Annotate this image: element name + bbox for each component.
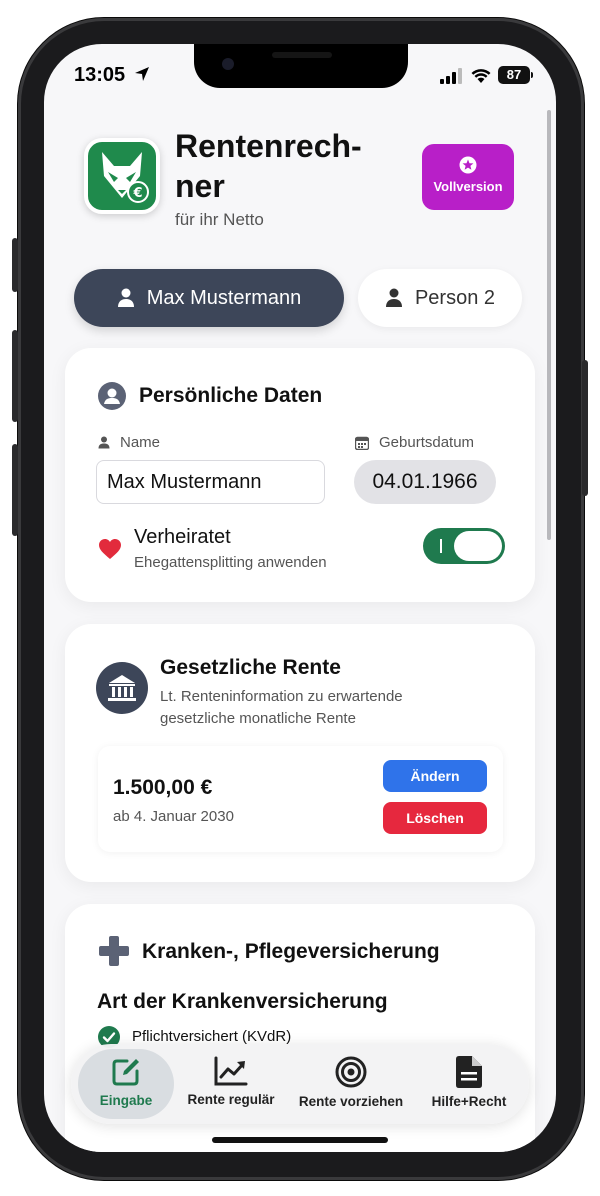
married-toggle[interactable] [423,528,505,564]
cellular-signal-icon [440,68,462,84]
tab-person-2-label: Person 2 [414,286,496,309]
married-sublabel: Ehegattensplitting anwenden [134,554,327,571]
insurance-type-heading: Art der Krankenversicherung [97,990,388,1013]
tab-person-1-label: Max Mustermann [146,286,302,309]
bottom-navigation: Eingabe Rente regulär Rente vorziehen Hi… [71,1044,529,1124]
person-small-icon [98,436,110,449]
birthdate-label-text: Geburtsdatum [379,434,475,451]
statutory-pension-title: Gesetzliche Rente [160,656,341,679]
battery-indicator: 87 [498,66,530,84]
side-button-volume-down [12,444,18,536]
person-circle-icon [98,382,126,410]
side-button-silent [12,238,18,292]
medical-cross-icon [99,936,129,966]
page-title: Rentenrech- ner [175,126,395,206]
toggle-on-mark [440,539,442,553]
insurance-option-kvdr[interactable]: Pflichtversichert (KVdR) [132,1028,291,1045]
upgrade-button[interactable]: Vollversion [422,144,514,210]
person-icon [117,288,134,307]
pension-amount: 1.500,00 € [113,776,213,799]
nav-label-hilfe-recht: Hilfe+Recht [431,1094,507,1109]
svg-text:€: € [132,186,142,201]
name-label-text: Name [120,434,161,451]
side-button-power [582,360,588,496]
side-button-volume-up [12,330,18,422]
chart-line-icon [214,1056,248,1086]
person-icon [385,288,402,307]
nav-item-rente-vorziehen[interactable]: Rente vorziehen [287,1044,415,1124]
name-input[interactable]: Max Mustermann [96,460,325,504]
insurance-title: Kranken-, Pflegeversicherung [142,940,440,963]
app-logo: € [84,138,160,214]
delete-button[interactable]: Löschen [383,802,487,834]
personal-data-card: Persönliche Daten Name Max Mustermann Ge… [65,348,535,602]
star-badge-icon [459,156,477,174]
screen: 13:05 87 € Rentenrech- ner für ihr Netto… [44,44,556,1152]
statutory-pension-card: Gesetzliche Rente Lt. Renteninformation … [65,624,535,882]
battery-tip [531,72,533,78]
heart-icon [99,539,121,559]
page-title-line2: ner [175,168,225,204]
pension-start-date: ab 4. Januar 2030 [113,808,234,825]
wifi-icon [471,69,491,83]
front-camera [222,58,234,70]
birthdate-picker[interactable]: 04.01.1966 [354,460,496,504]
target-icon [335,1056,367,1088]
edit-button[interactable]: Ändern [383,760,487,792]
name-label: Name [98,434,160,451]
nav-label-rente-vorziehen: Rente vorziehen [298,1094,404,1109]
fox-logo-icon: € [102,152,149,203]
document-icon [456,1056,482,1088]
nav-item-hilfe-recht[interactable]: Hilfe+Recht [419,1044,519,1124]
tab-person-2[interactable]: Person 2 [358,269,522,327]
status-time: 13:05 [74,64,126,86]
toggle-knob [454,531,502,561]
married-label: Verheiratet [134,526,231,548]
birthdate-label: Geburtsdatum [355,434,474,451]
page-subtitle: für ihr Netto [175,210,264,229]
speaker [272,52,332,58]
nav-item-eingabe[interactable]: Eingabe [78,1049,174,1119]
bank-building-icon [96,662,148,714]
nav-item-rente-regulaer[interactable]: Rente regulär [175,1044,287,1124]
notch [194,44,408,88]
statutory-pension-description: Lt. Renteninformation zu erwartende gese… [160,686,403,730]
nav-label-eingabe: Eingabe [99,1093,153,1108]
location-arrow-icon [135,67,149,81]
description-line-2: gesetzliche monatliche Rente [160,710,356,727]
pension-entry: 1.500,00 € ab 4. Januar 2030 Ändern Lösc… [98,746,503,852]
description-line-1: Lt. Renteninformation zu erwartende [160,688,403,705]
personal-data-title: Persönliche Daten [139,384,323,407]
calendar-icon [355,436,369,450]
nav-label-rente-regulaer: Rente regulär [187,1092,275,1107]
scrollbar[interactable] [547,110,551,540]
page-title-line1: Rentenrech- [175,128,362,164]
edit-icon [112,1059,139,1086]
tab-person-1[interactable]: Max Mustermann [74,269,344,327]
upgrade-button-label: Vollversion [433,179,503,194]
home-indicator [212,1137,388,1143]
